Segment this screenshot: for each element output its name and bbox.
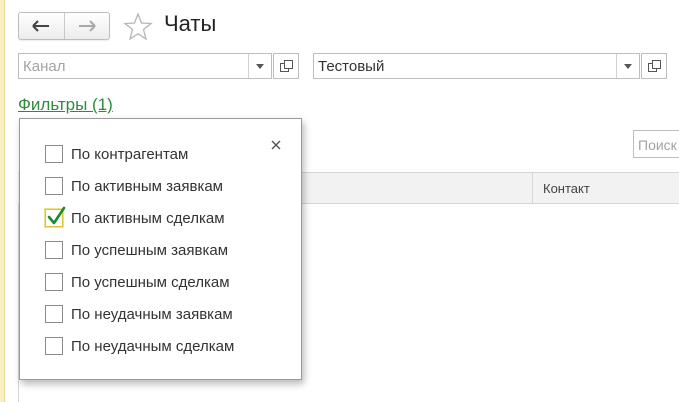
filters-popup: По контрагентам По активным заявкам По а… [19,118,302,380]
chevron-down-icon [256,63,264,69]
column-divider [532,173,533,203]
checkbox[interactable] [45,273,63,291]
arrow-left-icon [32,20,50,32]
checkbox[interactable] [45,305,63,323]
filter-option-counterparties[interactable]: По контрагентам [42,142,188,166]
checkbox[interactable] [45,337,63,355]
close-button[interactable] [268,137,284,153]
filter-option-label: По успешным сделкам [71,273,230,291]
filter-option-label: По контрагентам [71,145,189,163]
filter-option-active-requests[interactable]: По активным заявкам [42,174,223,198]
checkbox[interactable] [45,177,63,195]
checkbox-checked[interactable] [45,206,66,227]
chevron-down-icon [624,63,632,69]
filter-option-failed-requests[interactable]: По неудачным заявкам [42,302,233,326]
navigation-buttons [18,12,110,40]
close-icon [271,140,281,150]
filter-option-successful-deals[interactable]: По успешным сделкам [42,270,230,294]
search-placeholder: Поиск [638,137,677,153]
filter-option-successful-requests[interactable]: По успешным заявкам [42,238,228,262]
account-value: Тестовый [318,58,385,75]
checkmark-icon [47,206,66,225]
favorite-star-icon[interactable] [123,12,153,42]
account-open-button[interactable] [641,53,667,79]
forward-button[interactable] [63,13,110,39]
account-field[interactable]: Тестовый [313,53,640,79]
back-button[interactable] [19,13,64,39]
open-window-icon [647,59,661,72]
filter-option-failed-deals[interactable]: По неудачным сделкам [42,334,234,358]
open-window-icon [279,59,293,72]
window-edge-stripe [0,0,5,402]
arrow-right-icon [78,20,96,32]
channel-placeholder: Канал [23,58,66,75]
column-header-contact[interactable]: Контакт [543,181,590,196]
account-dropdown-button[interactable] [616,54,639,78]
filter-option-label: По активным заявкам [71,177,223,195]
search-input[interactable]: Поиск [633,130,679,158]
page-title: Чаты [164,11,217,36]
filter-option-label: По активным сделкам [71,209,225,227]
filter-option-label: По успешным заявкам [71,241,229,259]
filters-link[interactable]: Фильтры (1) [18,95,113,115]
channel-open-button[interactable] [273,53,299,79]
channel-field[interactable]: Канал [18,53,272,79]
filter-option-active-deals[interactable]: По активным сделкам [42,206,225,230]
checkbox[interactable] [45,241,63,259]
filter-option-label: По неудачным сделкам [71,337,235,355]
channel-dropdown-button[interactable] [248,54,271,78]
checkbox[interactable] [45,145,63,163]
filter-option-label: По неудачным заявкам [71,305,233,323]
